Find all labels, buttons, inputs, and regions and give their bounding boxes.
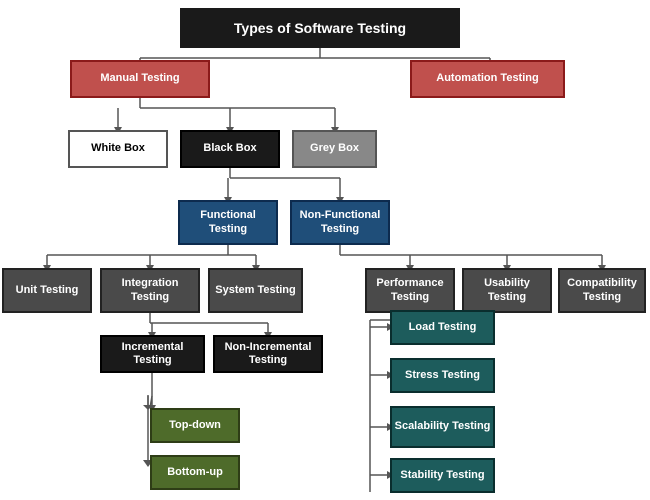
nonincremental-testing-box: Non-Incremental Testing <box>213 335 323 373</box>
diagram: Types of Software Testing Manual Testing… <box>0 0 650 500</box>
scalability-testing-box: Scalability Testing <box>390 406 495 448</box>
automation-testing-box: Automation Testing <box>410 60 565 98</box>
white-box-box: White Box <box>68 130 168 168</box>
system-testing-box: System Testing <box>208 268 303 313</box>
unit-testing-box: Unit Testing <box>2 268 92 313</box>
load-testing-box: Load Testing <box>390 310 495 345</box>
stress-testing-box: Stress Testing <box>390 358 495 393</box>
usability-testing-box: Usability Testing <box>462 268 552 313</box>
incremental-testing-box: Incremental Testing <box>100 335 205 373</box>
topdown-box: Top-down <box>150 408 240 443</box>
manual-testing-box: Manual Testing <box>70 60 210 98</box>
performance-testing-box: Performance Testing <box>365 268 455 313</box>
stability-testing-box: Stability Testing <box>390 458 495 493</box>
bottomup-box: Bottom-up <box>150 455 240 490</box>
nonfunctional-testing-box: Non-Functional Testing <box>290 200 390 245</box>
grey-box-box: Grey Box <box>292 130 377 168</box>
title-box: Types of Software Testing <box>180 8 460 48</box>
compatibility-testing-box: Compatibility Testing <box>558 268 646 313</box>
black-box-box: Black Box <box>180 130 280 168</box>
functional-testing-box: Functional Testing <box>178 200 278 245</box>
integration-testing-box: Integration Testing <box>100 268 200 313</box>
